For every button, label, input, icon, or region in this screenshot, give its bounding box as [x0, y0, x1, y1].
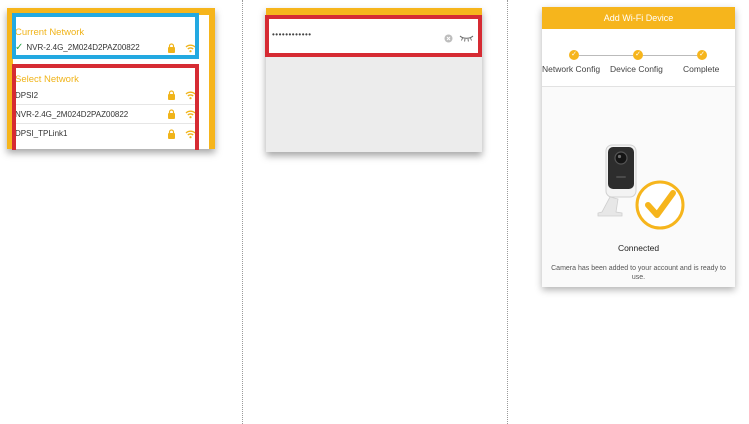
- camera-connected-illustration: [592, 137, 692, 237]
- password-field-highlight: [265, 15, 482, 57]
- current-network-highlight: [12, 13, 199, 59]
- step-connector: [643, 55, 697, 56]
- status-title: Connected: [617, 243, 660, 253]
- step-label-complete: Complete: [683, 64, 720, 74]
- select-network-highlight: [12, 64, 199, 150]
- step-done-icon: ✓: [697, 50, 707, 60]
- screen-header: Add Wi-Fi Device: [542, 7, 735, 29]
- step-label-network-config: Network Config: [542, 64, 601, 74]
- step-connector: [579, 55, 633, 56]
- step-progress: ✓ ✓ ✓ Network Config Device Config Compl…: [542, 29, 735, 87]
- step-done-icon: ✓: [633, 50, 643, 60]
- step-label-device-config: Device Config: [610, 64, 663, 74]
- divider-line: [507, 0, 508, 424]
- instruction-figure: Current Network ✓ NVR-2.4G_2M024D2PAZ008…: [0, 0, 749, 424]
- divider-line: [242, 0, 243, 424]
- add-device-screen: Add Wi-Fi Device ✓ ✓ ✓ Network Config De…: [542, 7, 735, 287]
- step-done-icon: ✓: [569, 50, 579, 60]
- status-description: Camera has been added to your account an…: [551, 265, 726, 281]
- success-check-icon: [635, 180, 685, 230]
